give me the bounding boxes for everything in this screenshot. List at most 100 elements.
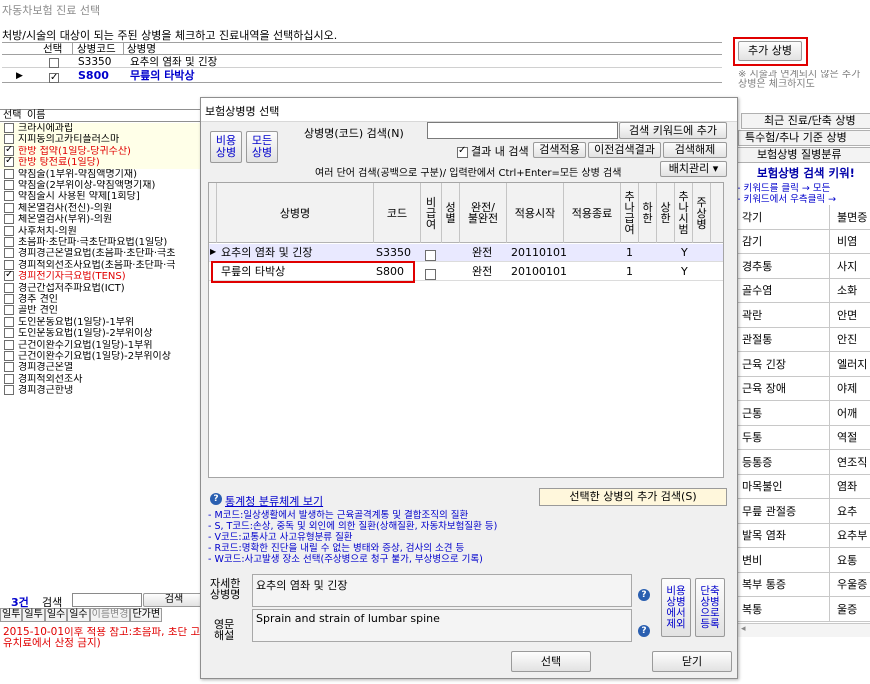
keyword-item[interactable]: 복통 bbox=[735, 597, 830, 622]
list-item[interactable]: 경피경근온열요법(초음파·초단파·극초 bbox=[0, 248, 205, 260]
keyword-tab-special[interactable]: 특수험/추나 기준 상병 bbox=[738, 130, 870, 146]
list-item-checkbox[interactable] bbox=[4, 339, 14, 350]
list-item-checkbox[interactable] bbox=[4, 225, 14, 236]
exclude-from-nonins-button[interactable]: 비용 상병 에서 제외 bbox=[661, 578, 691, 637]
list-item[interactable]: 약침술(1부위-약침액명기재) bbox=[0, 168, 205, 180]
diagnosis-search-input[interactable] bbox=[427, 122, 618, 139]
previous-results-button[interactable]: 이전검색결과 bbox=[588, 142, 661, 158]
list-item[interactable]: 사후처치-의원 bbox=[0, 225, 205, 237]
list-item[interactable]: 크라시에과립 bbox=[0, 123, 205, 135]
list-item-checkbox[interactable] bbox=[4, 214, 14, 225]
list-item-checkbox[interactable] bbox=[4, 305, 14, 316]
keyword-item[interactable]: 근통 bbox=[735, 401, 830, 426]
list-item[interactable]: 약침술(2부위이상-약침액명기재) bbox=[0, 180, 205, 192]
keyword-item[interactable]: 어깨 bbox=[830, 401, 870, 426]
list-item-checkbox[interactable] bbox=[4, 202, 14, 213]
list-search-input[interactable] bbox=[72, 593, 142, 607]
list-item[interactable]: 근건이완수기요법(1일당)-1부위 bbox=[0, 339, 205, 351]
within-results-checkbox[interactable] bbox=[457, 145, 468, 158]
list-item-checkbox[interactable] bbox=[4, 180, 14, 190]
col-header-sex[interactable]: 성 별 bbox=[442, 183, 460, 243]
table-row[interactable]: ▶ 요추의 염좌 및 긴장 S3350 완전 20110101 1 Y bbox=[209, 244, 723, 262]
keyword-item[interactable]: 근육 장애 bbox=[735, 376, 830, 401]
bottom-tab[interactable]: 이름변경 bbox=[89, 608, 131, 622]
list-item-checkbox[interactable] bbox=[4, 134, 14, 145]
keyword-tab-recent[interactable]: 최근 진료/단축 상병 bbox=[741, 113, 870, 129]
list-item-checkbox[interactable] bbox=[4, 328, 14, 339]
list-item-checkbox[interactable] bbox=[4, 385, 14, 396]
keyword-item[interactable]: 비염 bbox=[830, 230, 870, 254]
list-item[interactable]: 도인운동요법(1일당)-2부위이상 bbox=[0, 328, 205, 340]
bottom-tab[interactable]: 일투 bbox=[22, 608, 45, 622]
col-header-chuna[interactable]: 추 나 시 범 bbox=[675, 183, 693, 243]
list-item-checkbox[interactable] bbox=[4, 316, 14, 327]
nonins-diagnosis-button[interactable]: 비용 상병 bbox=[210, 131, 242, 163]
keyword-item[interactable]: 곽란 bbox=[735, 303, 830, 328]
list-item[interactable]: 골반 견인 bbox=[0, 305, 205, 317]
keyword-item[interactable]: 엘러지 bbox=[830, 352, 870, 377]
keyword-item[interactable]: 근육 긴장 bbox=[735, 352, 830, 377]
list-item-checkbox[interactable] bbox=[4, 351, 14, 361]
list-item[interactable]: 경피전기자극요법(TENS) bbox=[0, 271, 205, 283]
bottom-tab[interactable]: 단가변 bbox=[130, 608, 163, 622]
row-nonpay-checkbox[interactable] bbox=[425, 268, 436, 280]
row-nonpay-checkbox[interactable] bbox=[425, 249, 436, 261]
keyword-item[interactable]: 요추부 bbox=[830, 524, 870, 548]
keyword-item[interactable]: 요추 bbox=[830, 499, 870, 524]
keyword-item[interactable]: 감기 bbox=[735, 229, 830, 254]
list-item-checkbox[interactable] bbox=[4, 123, 14, 133]
keyword-item[interactable]: 불면증 bbox=[830, 205, 870, 230]
list-item[interactable]: 경피경근한냉 bbox=[0, 385, 205, 397]
keyword-item[interactable]: 골수염 bbox=[735, 278, 830, 303]
keyword-item[interactable]: 등통증 bbox=[735, 450, 830, 475]
bottom-tab[interactable]: 일투 bbox=[0, 608, 23, 622]
list-item[interactable]: 초음파·초단파·극초단파요법(1일당) bbox=[0, 237, 205, 249]
keyword-item[interactable]: 복부 통증 bbox=[735, 572, 830, 597]
col-header-end[interactable]: 적용종료 bbox=[564, 183, 621, 243]
stats-classification-link[interactable]: 통계청 분류체계 보기 bbox=[225, 493, 323, 509]
keyword-item[interactable]: 연조직 bbox=[830, 450, 870, 475]
select-button[interactable]: 선택 bbox=[511, 651, 591, 672]
col-header-code[interactable]: 코드 bbox=[374, 183, 421, 243]
keyword-item[interactable]: 각기 bbox=[735, 205, 830, 230]
list-item-checkbox[interactable] bbox=[4, 157, 14, 168]
keyword-item[interactable]: 마목불인 bbox=[735, 474, 830, 499]
grid-row[interactable]: S3350 요추의 염좌 및 긴장 bbox=[2, 56, 722, 68]
col-header-upper[interactable]: 상 한 bbox=[657, 183, 675, 243]
keyword-item[interactable]: 무릎 관절증 bbox=[735, 499, 830, 524]
keyword-item[interactable]: 안면 bbox=[830, 303, 870, 328]
list-item-checkbox[interactable] bbox=[4, 259, 14, 270]
keyword-item[interactable]: 안진 bbox=[830, 328, 870, 352]
keyword-item[interactable]: 역절 bbox=[830, 426, 870, 450]
grid-row-current[interactable]: ▶ S800 무릎의 타박상 bbox=[2, 69, 722, 85]
add-to-keyword-button[interactable]: 검색 키워드에 추가 bbox=[619, 122, 727, 139]
apply-search-button[interactable]: 검색적용 bbox=[533, 142, 586, 158]
grid-row-checkbox[interactable] bbox=[49, 71, 59, 85]
list-item[interactable]: 한방 첩약(1일당-당귀수산) bbox=[0, 145, 205, 158]
list-item[interactable]: 체온열검사(부위)-의원 bbox=[0, 214, 205, 226]
list-item[interactable]: 경추 견인 bbox=[0, 294, 205, 306]
add-diagnosis-button[interactable]: 추가 상병 bbox=[738, 41, 802, 61]
list-item-checkbox[interactable] bbox=[4, 282, 14, 293]
list-item[interactable]: 경피적외선조사 bbox=[0, 373, 205, 386]
col-header-lower[interactable]: 하 한 bbox=[639, 183, 657, 243]
keyword-item[interactable]: 소화 bbox=[830, 279, 870, 303]
list-item-checkbox[interactable] bbox=[4, 373, 14, 384]
list-item[interactable]: 약침술시 사용된 약제[1회당] bbox=[0, 191, 205, 203]
list-item[interactable]: 경피경근온열 bbox=[0, 362, 205, 374]
keyword-item[interactable]: 염좌 bbox=[830, 475, 870, 499]
list-item-checkbox[interactable] bbox=[4, 237, 14, 247]
keyword-item[interactable]: 변비 bbox=[735, 548, 830, 573]
list-item[interactable]: 근건이완수기요법(1일당)-2부위이상 bbox=[0, 351, 205, 363]
layout-manage-dropdown[interactable]: 배치관리 ▾ bbox=[660, 161, 727, 177]
list-item-checkbox[interactable] bbox=[4, 294, 14, 304]
keyword-item[interactable]: 관절통 bbox=[735, 327, 830, 352]
list-item-checkbox[interactable] bbox=[4, 271, 14, 282]
list-item-checkbox[interactable] bbox=[4, 248, 14, 259]
col-header-nonpay[interactable]: 비 급 여 bbox=[421, 183, 442, 243]
keyword-item[interactable]: 사지 bbox=[830, 254, 870, 279]
list-item[interactable]: 한방 탕전료(1일당) bbox=[0, 157, 205, 169]
list-item-checkbox[interactable] bbox=[4, 145, 14, 156]
list-item-checkbox[interactable] bbox=[4, 168, 14, 179]
list-item-checkbox[interactable] bbox=[4, 191, 14, 202]
